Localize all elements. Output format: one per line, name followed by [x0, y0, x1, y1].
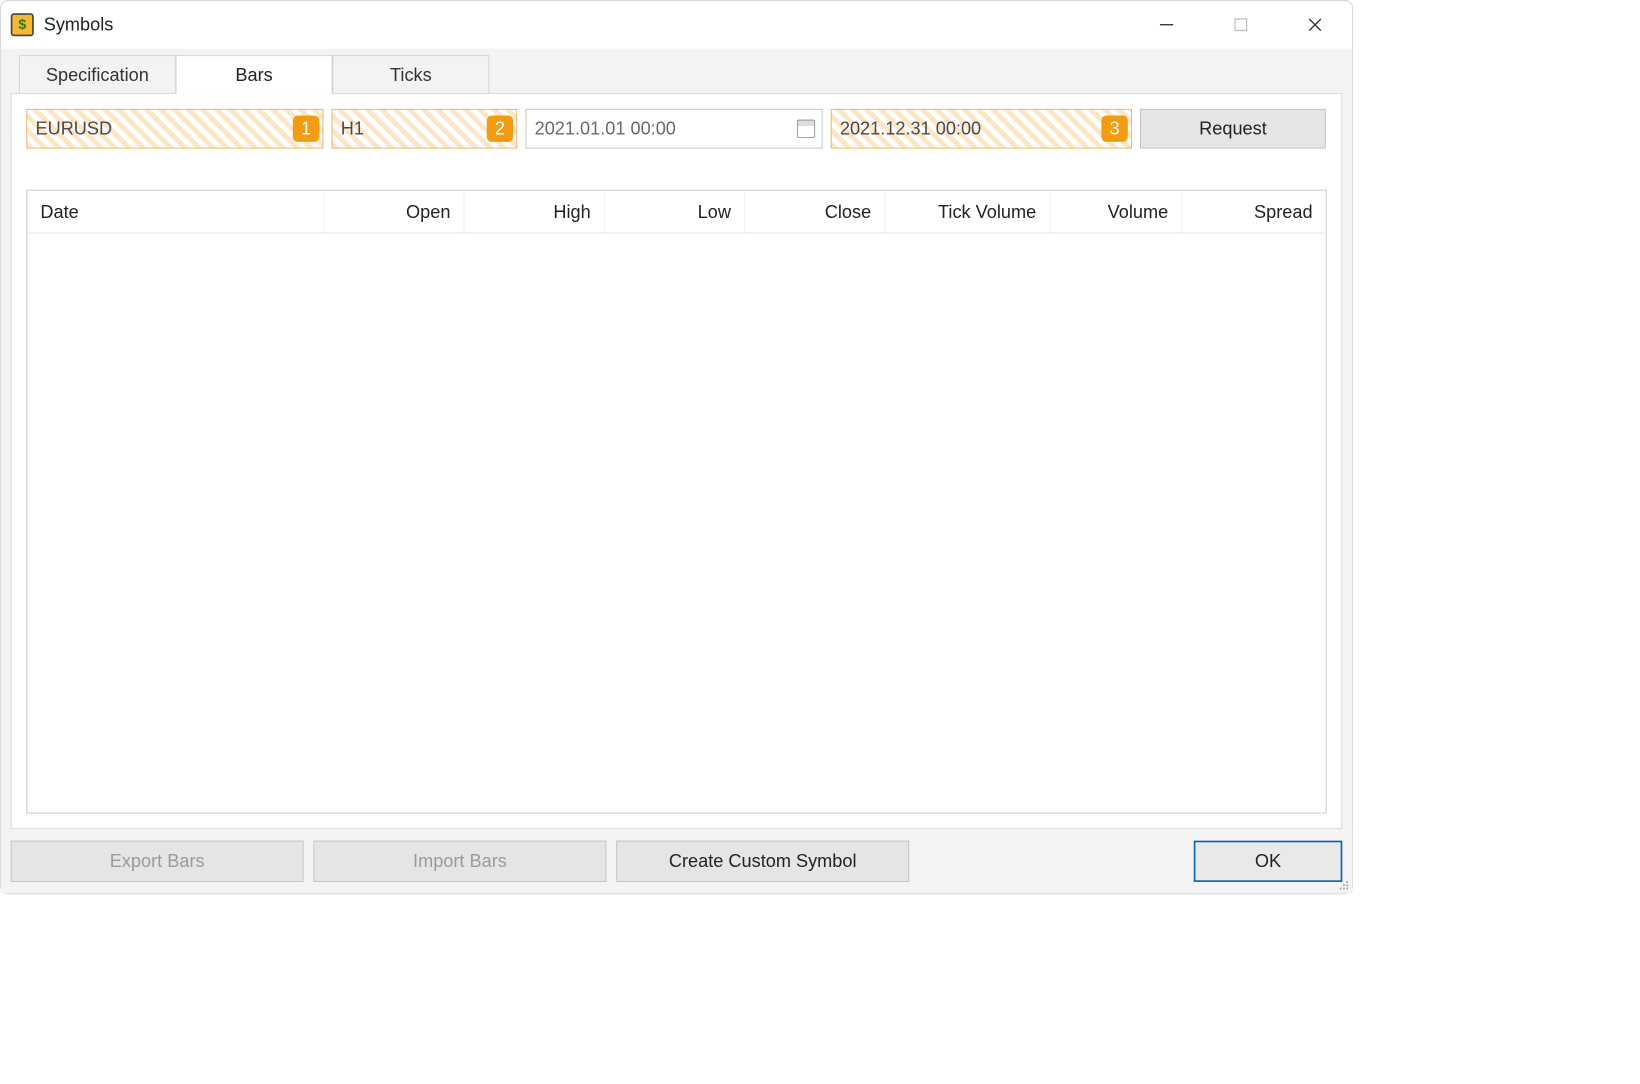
col-open[interactable]: Open — [324, 191, 464, 233]
create-custom-symbol-label: Create Custom Symbol — [669, 851, 857, 872]
ok-label: OK — [1255, 851, 1281, 872]
import-bars-button[interactable]: Import Bars — [314, 841, 607, 882]
bars-table: Date Open High Low Close Tick Volume Vol… — [26, 190, 1326, 814]
col-high[interactable]: High — [464, 191, 604, 233]
window-controls — [1129, 1, 1352, 49]
timeframe-select[interactable]: H1 2 — [332, 109, 518, 149]
date-from-input[interactable]: 2021.01.01 00:00 — [526, 109, 823, 149]
titlebar: $ Symbols — [1, 1, 1352, 49]
calendar-icon[interactable] — [797, 120, 815, 138]
annotation-badge-1: 1 — [293, 116, 319, 142]
col-spread[interactable]: Spread — [1182, 191, 1326, 233]
tab-specification[interactable]: Specification — [19, 55, 176, 94]
maximize-icon — [1233, 17, 1248, 32]
date-to-input[interactable]: 2021.12.31 00:00 3 — [831, 109, 1132, 149]
minimize-button[interactable] — [1129, 1, 1203, 49]
create-custom-symbol-button[interactable]: Create Custom Symbol — [616, 841, 909, 882]
app-icon: $ — [11, 13, 34, 36]
col-low[interactable]: Low — [605, 191, 745, 233]
symbol-input[interactable]: EURUSD 1 — [26, 109, 323, 149]
table-header: Date Open High Low Close Tick Volume Vol… — [27, 191, 1326, 234]
window-title: Symbols — [44, 14, 1130, 35]
col-tick-volume[interactable]: Tick Volume — [885, 191, 1050, 233]
request-button[interactable]: Request — [1140, 109, 1326, 149]
annotation-badge-3: 3 — [1101, 116, 1127, 142]
import-bars-label: Import Bars — [413, 851, 507, 872]
date-to-value: 2021.12.31 00:00 — [840, 118, 981, 139]
close-button[interactable] — [1278, 1, 1352, 49]
content-area: Specification Bars Ticks EURUSD 1 H1 2 2… — [1, 49, 1352, 894]
resize-grip[interactable] — [1337, 879, 1349, 891]
col-close[interactable]: Close — [745, 191, 885, 233]
filter-row: EURUSD 1 H1 2 2021.01.01 00:00 2021.12.3… — [26, 109, 1326, 149]
export-bars-button[interactable]: Export Bars — [11, 841, 304, 882]
symbols-window: $ Symbols Specification Bars Ticks — [0, 0, 1353, 894]
ok-button[interactable]: OK — [1194, 841, 1343, 882]
tab-ticks[interactable]: Ticks — [332, 55, 489, 94]
symbol-value: EURUSD — [35, 118, 112, 139]
export-bars-label: Export Bars — [110, 851, 205, 872]
footer: Export Bars Import Bars Create Custom Sy… — [1, 829, 1352, 893]
close-icon — [1307, 17, 1324, 34]
date-from-value: 2021.01.01 00:00 — [535, 118, 676, 139]
table-body — [27, 233, 1326, 812]
tab-bars[interactable]: Bars — [176, 55, 333, 94]
request-label: Request — [1199, 118, 1267, 139]
maximize-button[interactable] — [1204, 1, 1278, 49]
timeframe-value: H1 — [341, 118, 364, 139]
tab-bar: Specification Bars Ticks — [1, 55, 1352, 94]
col-date[interactable]: Date — [27, 191, 324, 233]
minimize-icon — [1158, 17, 1175, 34]
bars-panel: EURUSD 1 H1 2 2021.01.01 00:00 2021.12.3… — [11, 93, 1343, 829]
col-volume[interactable]: Volume — [1050, 191, 1182, 233]
annotation-badge-2: 2 — [487, 116, 513, 142]
